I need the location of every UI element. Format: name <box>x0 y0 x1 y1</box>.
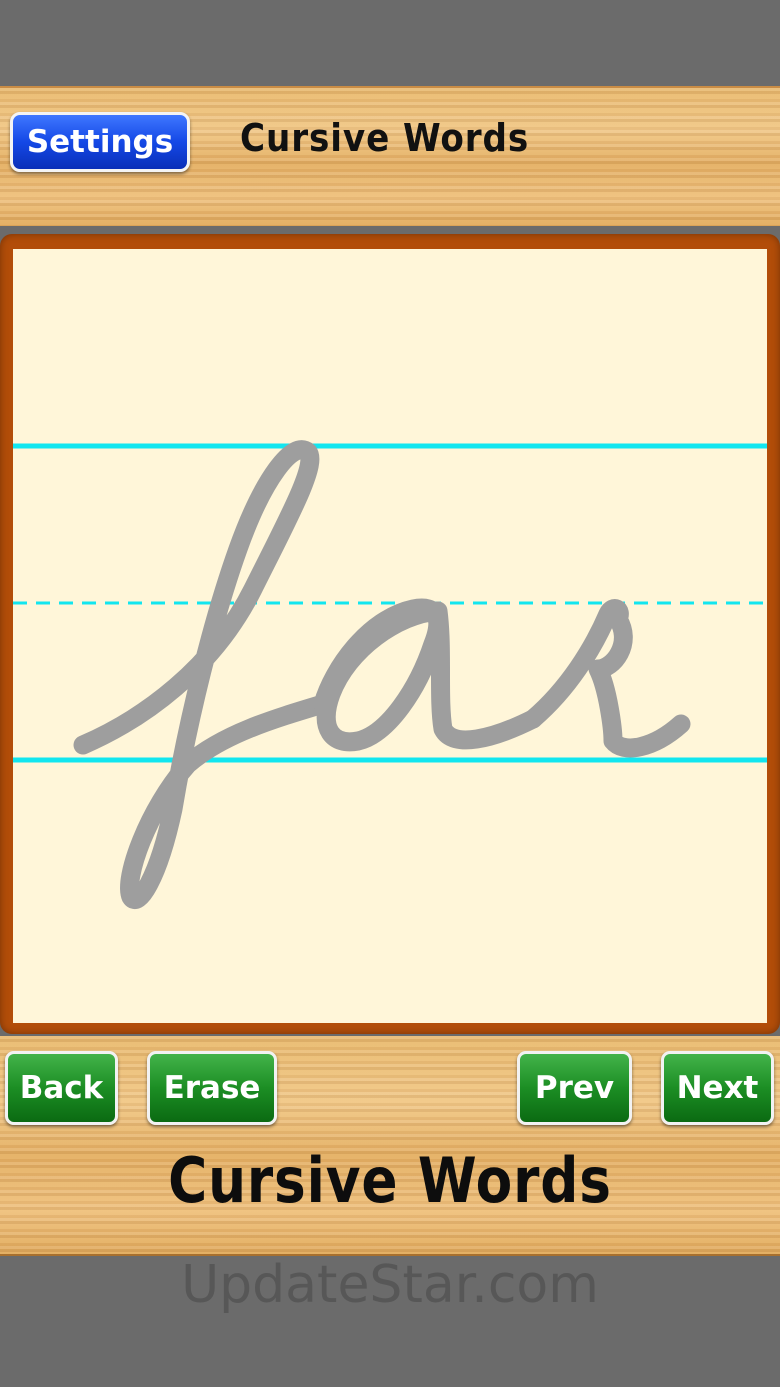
next-button[interactable]: Next <box>661 1051 774 1125</box>
writing-paper[interactable] <box>13 249 767 1023</box>
erase-button[interactable]: Erase <box>147 1051 277 1125</box>
traced-word-far <box>73 440 691 909</box>
top-bar: Settings Cursive Words <box>0 86 780 226</box>
app-title: Cursive Words <box>240 116 530 160</box>
watermark: UpdateStar.com <box>181 1255 599 1315</box>
tracing-canvas[interactable] <box>13 249 767 1023</box>
back-button[interactable]: Back <box>5 1051 118 1125</box>
settings-button[interactable]: Settings <box>10 112 190 172</box>
bottom-bar: Back Erase Prev Next Cursive Words <box>0 1036 780 1256</box>
writing-board-frame <box>0 234 780 1034</box>
prev-button[interactable]: Prev <box>517 1051 632 1125</box>
app-screen: Settings Cursive Words Back Erase Prev N… <box>0 0 780 1387</box>
footer-title: Cursive Words <box>168 1144 612 1217</box>
